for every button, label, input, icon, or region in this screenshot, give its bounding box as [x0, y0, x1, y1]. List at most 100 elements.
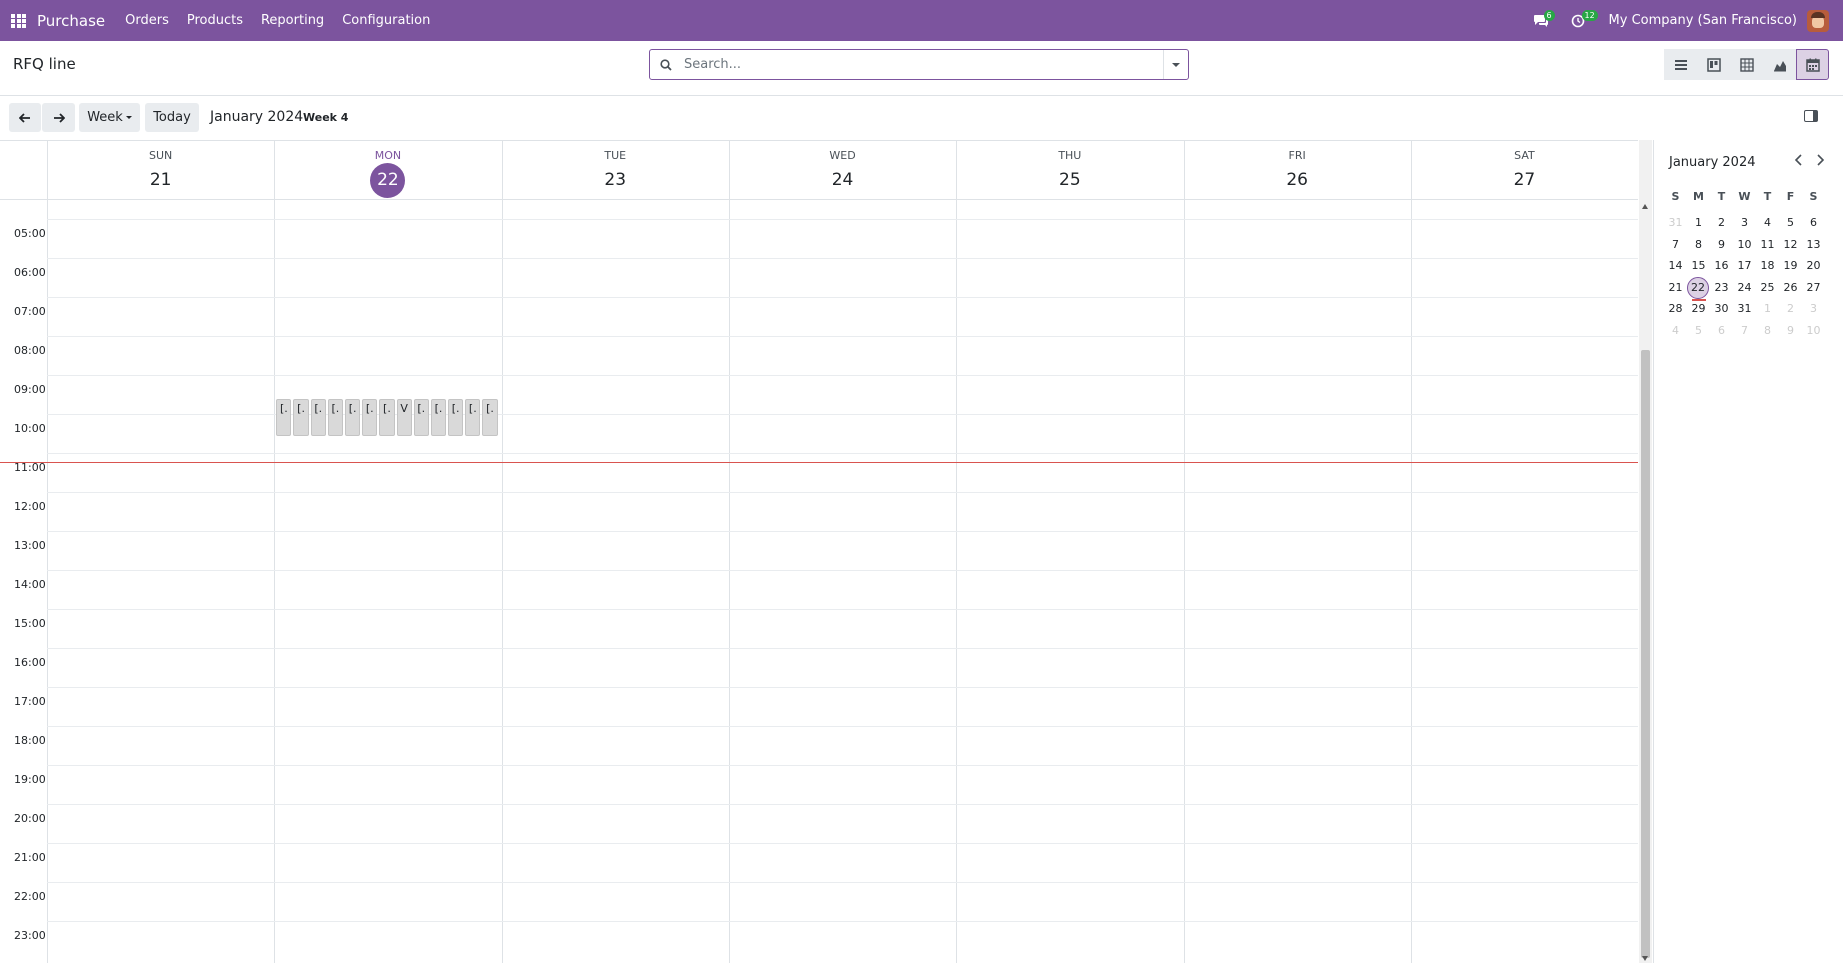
mini-day[interactable]: 8: [1756, 321, 1779, 341]
mini-day[interactable]: 3: [1733, 213, 1756, 233]
scroll-up-icon[interactable]: [1642, 204, 1648, 209]
mini-day[interactable]: 29: [1687, 299, 1710, 319]
menu-configuration[interactable]: Configuration: [333, 13, 439, 28]
today-button[interactable]: Today: [145, 103, 199, 132]
mini-weekday-label: S: [1809, 190, 1818, 203]
calendar-event[interactable]: [.: [430, 398, 447, 436]
company-switcher[interactable]: My Company (San Francisco): [1609, 13, 1797, 28]
scrollbar-thumb[interactable]: [1641, 350, 1650, 958]
mini-day[interactable]: 14: [1664, 256, 1687, 276]
mini-day[interactable]: 6: [1710, 321, 1733, 341]
mini-day[interactable]: 10: [1802, 321, 1825, 341]
mini-day[interactable]: 11: [1756, 235, 1779, 255]
mini-day[interactable]: 1: [1756, 299, 1779, 319]
scroll-down-icon[interactable]: [1642, 956, 1648, 961]
side-panel-toggle-icon[interactable]: [1804, 110, 1818, 122]
scale-dropdown[interactable]: Week: [79, 103, 140, 132]
previous-button[interactable]: [9, 103, 41, 132]
day-header-sun[interactable]: SUN 21: [47, 141, 274, 199]
hour-line: [47, 297, 1638, 298]
mini-day[interactable]: 31: [1733, 299, 1756, 319]
mini-day[interactable]: 31: [1664, 213, 1687, 233]
day-header-wed[interactable]: WED 24: [729, 141, 956, 199]
calendar-event[interactable]: [.: [293, 398, 309, 436]
calendar-event[interactable]: [.: [276, 398, 292, 436]
day-header-thu[interactable]: THU 25: [956, 141, 1183, 199]
mini-day[interactable]: 7: [1733, 321, 1756, 341]
mini-day[interactable]: 13: [1802, 235, 1825, 255]
apps-menu-icon[interactable]: [11, 13, 29, 28]
mini-day[interactable]: 21: [1664, 278, 1687, 298]
calendar-event[interactable]: [.: [482, 398, 498, 436]
hour-line: [47, 609, 1638, 610]
mini-day[interactable]: 4: [1664, 321, 1687, 341]
mini-day[interactable]: 20: [1802, 256, 1825, 276]
mini-day[interactable]: 28: [1664, 299, 1687, 319]
kanban-view-button[interactable]: [1697, 49, 1730, 80]
calendar-event[interactable]: [.: [327, 398, 343, 436]
calendar-event[interactable]: [.: [310, 398, 326, 436]
mini-day[interactable]: 19: [1779, 256, 1802, 276]
mini-day[interactable]: 17: [1733, 256, 1756, 276]
mini-day[interactable]: 5: [1687, 321, 1710, 341]
mini-day[interactable]: 15: [1687, 256, 1710, 276]
list-view-button[interactable]: [1664, 49, 1697, 80]
day-column-divider: [274, 141, 276, 963]
mini-day[interactable]: 9: [1779, 321, 1802, 341]
mini-day[interactable]: 25: [1756, 278, 1779, 298]
mini-prev-month-icon[interactable]: [1794, 154, 1802, 170]
mini-day[interactable]: 12: [1779, 235, 1802, 255]
calendar-event[interactable]: [.: [362, 398, 378, 436]
calendar-icon: [1805, 58, 1820, 72]
mini-day[interactable]: 1: [1687, 213, 1710, 233]
day-header-fri[interactable]: FRI 26: [1184, 141, 1411, 199]
menu-products[interactable]: Products: [178, 13, 252, 28]
calendar-event[interactable]: [.: [379, 398, 395, 436]
calendar-event[interactable]: [.: [448, 398, 464, 436]
day-header-sat[interactable]: SAT 27: [1411, 141, 1638, 199]
mini-day[interactable]: 16: [1710, 256, 1733, 276]
mini-day[interactable]: 2: [1779, 299, 1802, 319]
menu-orders[interactable]: Orders: [116, 13, 178, 28]
mini-day[interactable]: 23: [1710, 278, 1733, 298]
day-header-mon[interactable]: MON 22: [274, 141, 501, 199]
user-avatar[interactable]: [1807, 9, 1829, 32]
calendar-view-button[interactable]: [1796, 49, 1829, 80]
search-options-toggle[interactable]: [1163, 50, 1188, 79]
calendar-event[interactable]: V: [396, 398, 412, 436]
mini-day[interactable]: 18: [1756, 256, 1779, 276]
mini-day[interactable]: 6: [1802, 213, 1825, 233]
activities-systray[interactable]: 12: [1571, 9, 1598, 31]
mini-day-today[interactable]: 22: [1687, 276, 1709, 301]
hour-label: 17:00: [14, 695, 46, 708]
next-button[interactable]: [42, 103, 75, 132]
calendar-event[interactable]: [.: [413, 398, 429, 436]
app-brand[interactable]: Purchase: [37, 12, 105, 30]
mini-next-month-icon[interactable]: [1817, 154, 1825, 170]
mini-day[interactable]: 3: [1802, 299, 1825, 319]
day-number: 26: [1286, 170, 1308, 190]
mini-day[interactable]: 30: [1710, 299, 1733, 319]
menu-reporting[interactable]: Reporting: [252, 13, 333, 28]
mini-day[interactable]: 4: [1756, 213, 1779, 233]
mini-day[interactable]: 9: [1710, 235, 1733, 255]
mini-day[interactable]: 8: [1687, 235, 1710, 255]
mini-day[interactable]: 2: [1710, 213, 1733, 233]
calendar-event[interactable]: [.: [465, 398, 481, 436]
grid-scrollbar[interactable]: [1639, 140, 1652, 963]
day-of-week: TUE: [604, 149, 627, 162]
mini-weekday-label: S: [1671, 190, 1680, 203]
mini-day[interactable]: 24: [1733, 278, 1756, 298]
graph-icon: [1773, 60, 1786, 71]
pivot-view-button[interactable]: [1730, 49, 1763, 80]
mini-day[interactable]: 7: [1664, 235, 1687, 255]
calendar-event[interactable]: [.: [345, 398, 361, 436]
mini-day[interactable]: 26: [1779, 278, 1802, 298]
graph-view-button[interactable]: [1763, 49, 1796, 80]
day-header-tue[interactable]: TUE 23: [502, 141, 729, 199]
mini-day[interactable]: 5: [1779, 213, 1802, 233]
mini-day[interactable]: 27: [1802, 278, 1825, 298]
search-input[interactable]: [684, 57, 1154, 72]
messages-systray[interactable]: 6: [1533, 9, 1557, 31]
mini-day[interactable]: 10: [1733, 235, 1756, 255]
